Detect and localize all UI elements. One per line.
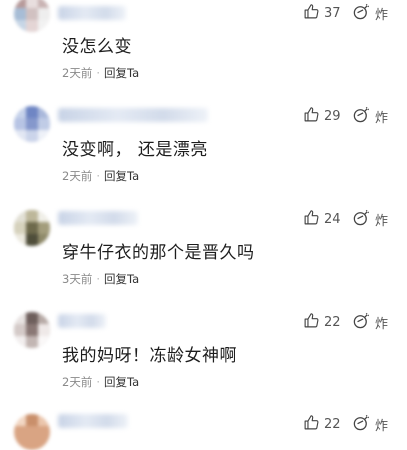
separator: · (96, 169, 100, 183)
comment-time: 2天前 (62, 375, 93, 389)
username[interactable] (58, 314, 106, 328)
bomb-button[interactable]: 炸 (352, 106, 388, 126)
comment-time: 2天前 (62, 66, 93, 80)
thumbs-up-icon (303, 414, 320, 435)
bomb-label: 炸 (375, 213, 389, 229)
thumbs-up-icon (303, 312, 320, 333)
like-count: 22 (324, 416, 341, 432)
comment-text: 我的妈呀！冻龄女神啊 (62, 346, 237, 366)
reply-button[interactable]: 回复Ta (104, 375, 139, 389)
comment-text: 没变啊， 还是漂亮 (62, 140, 208, 160)
avatar[interactable] (14, 312, 50, 348)
comment-meta: 3天前 · 回复Ta (62, 271, 139, 287)
like-count: 37 (324, 5, 341, 21)
bomb-icon (352, 311, 371, 334)
thumbs-up-icon (303, 209, 320, 230)
comment-meta: 2天前 · 回复Ta (62, 374, 139, 390)
bomb-icon (352, 2, 371, 25)
bomb-button[interactable]: 炸 (352, 3, 388, 23)
bomb-icon (352, 413, 371, 436)
bomb-button[interactable]: 炸 (352, 312, 388, 332)
like-button[interactable]: 22 (303, 414, 341, 434)
comment-meta: 2天前 · 回复Ta (62, 65, 139, 81)
like-count: 24 (324, 211, 341, 227)
separator: · (96, 66, 100, 80)
bomb-icon (352, 105, 371, 128)
reply-button[interactable]: 回复Ta (104, 272, 139, 286)
thumbs-up-icon (303, 106, 320, 127)
bomb-button[interactable]: 炸 (352, 209, 388, 229)
avatar[interactable] (14, 414, 50, 450)
comment-text: 穿牛仔衣的那个是晋久吗 (62, 243, 255, 263)
thumbs-up-icon (303, 3, 320, 24)
comment-text: 没怎么变 (62, 37, 132, 57)
bomb-icon (352, 208, 371, 231)
bomb-label: 炸 (375, 110, 389, 126)
like-count: 29 (324, 108, 341, 124)
comment-time: 3天前 (62, 272, 93, 286)
avatar[interactable] (14, 106, 50, 142)
bomb-button[interactable]: 炸 (352, 414, 388, 434)
like-button[interactable]: 24 (303, 209, 341, 229)
avatar[interactable] (14, 0, 50, 32)
like-button[interactable]: 29 (303, 106, 341, 126)
comment-time: 2天前 (62, 169, 93, 183)
avatar[interactable] (14, 210, 50, 246)
username[interactable] (58, 211, 138, 225)
like-count: 22 (324, 314, 341, 330)
reply-button[interactable]: 回复Ta (104, 169, 139, 183)
bomb-label: 炸 (375, 7, 389, 23)
separator: · (96, 272, 100, 286)
bomb-label: 炸 (375, 316, 389, 332)
like-button[interactable]: 37 (303, 3, 341, 23)
reply-button[interactable]: 回复Ta (104, 66, 139, 80)
username[interactable] (58, 108, 208, 122)
separator: · (96, 375, 100, 389)
comment-meta: 2天前 · 回复Ta (62, 168, 139, 184)
like-button[interactable]: 22 (303, 312, 341, 332)
bomb-label: 炸 (375, 418, 389, 434)
username[interactable] (58, 6, 126, 20)
